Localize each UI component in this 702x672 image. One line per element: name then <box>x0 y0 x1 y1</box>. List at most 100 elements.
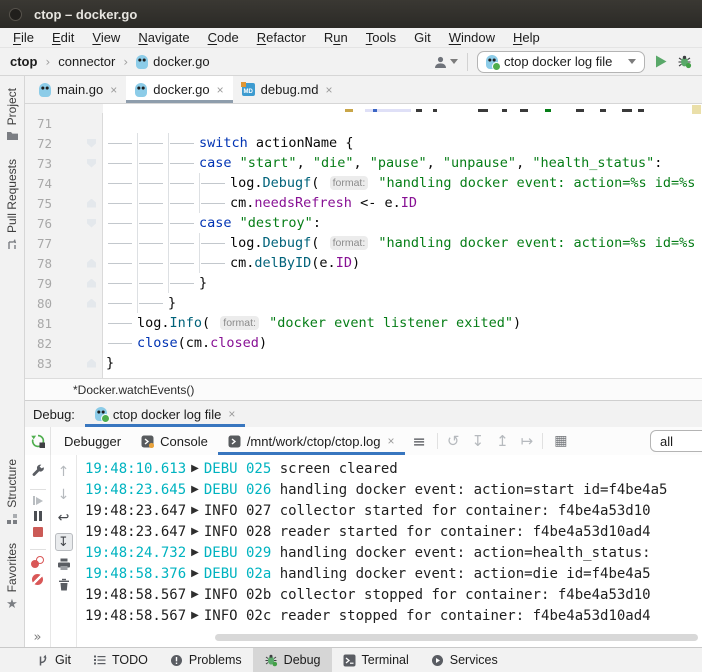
fold-marker-icon[interactable] <box>87 359 96 368</box>
close-icon[interactable]: × <box>387 434 394 448</box>
code-line-80: 80} <box>25 293 702 313</box>
rewind-icon[interactable]: ↺ <box>441 432 466 450</box>
fold-marker-icon[interactable] <box>87 259 96 268</box>
code-with-me-button[interactable] <box>433 55 458 69</box>
more-actions-icon[interactable]: » <box>34 630 42 645</box>
fold-marker-icon[interactable] <box>87 279 96 288</box>
debug-session-tab[interactable]: ctop docker log file × <box>85 401 245 427</box>
pause-icon[interactable] <box>34 511 42 521</box>
run-configuration-select[interactable]: ctop docker log file <box>477 51 645 73</box>
menu-help[interactable]: Help <box>504 30 549 45</box>
statusbar-item-git[interactable]: Git <box>26 648 82 672</box>
line-number: 80 <box>25 296 52 311</box>
soft-wrap-icon[interactable]: ↩ <box>58 510 70 526</box>
window-title: ctop – docker.go <box>34 7 137 22</box>
log-line: 19:48:23.647▶INFO 027 collector started … <box>85 500 702 521</box>
tab-docker-go[interactable]: docker.go × <box>126 76 232 103</box>
horizontal-scrollbar[interactable] <box>215 634 698 641</box>
log-output[interactable]: 19:48:10.613▶DEBU 025 screen cleared19:4… <box>77 458 702 633</box>
statusbar-item-todo[interactable]: TODO <box>82 648 159 672</box>
line-number: 74 <box>25 176 52 191</box>
scroll-up-icon[interactable]: ↥ <box>490 432 515 450</box>
run-button[interactable] <box>654 54 668 69</box>
view-breakpoints-icon[interactable] <box>31 556 44 568</box>
fold-marker-icon[interactable] <box>87 299 96 308</box>
breadcrumb-project[interactable]: ctop <box>10 54 37 69</box>
close-icon[interactable]: × <box>110 83 117 97</box>
statusbar-item-services[interactable]: Services <box>420 648 509 672</box>
debug-toolbar: Debugger Console /mnt/work/ctop/ctop.log… <box>25 427 702 455</box>
log-line: 19:48:58.376▶DEBU 02a handling docker ev… <box>85 563 702 584</box>
close-icon[interactable]: × <box>325 83 332 97</box>
scroll-to-end-icon[interactable]: ↧ <box>55 533 73 551</box>
breadcrumb-file[interactable]: docker.go <box>136 54 209 69</box>
menu-refactor[interactable]: Refactor <box>248 30 315 45</box>
menu-window[interactable]: Window <box>440 30 504 45</box>
editor[interactable]: 7172switch actionName {73case "start", "… <box>25 104 702 378</box>
inspection-mark <box>692 105 701 114</box>
statusbar-item-problems[interactable]: Problems <box>159 648 253 672</box>
line-number: 81 <box>25 316 52 331</box>
fold-marker-icon[interactable] <box>87 159 96 168</box>
close-icon[interactable]: × <box>228 407 235 421</box>
editor-tab-bar: main.go × docker.go × MD debug.md × <box>25 76 702 104</box>
close-icon[interactable]: × <box>217 83 224 97</box>
menu-tools[interactable]: Tools <box>357 30 405 45</box>
menu-git[interactable]: Git <box>405 30 440 45</box>
markdown-file-icon: MD <box>242 83 255 96</box>
menu-run[interactable]: Run <box>315 30 357 45</box>
chevron-down-icon <box>628 59 636 64</box>
menu-view[interactable]: View <box>83 30 129 45</box>
divider <box>542 433 543 449</box>
stripe-item-favorites[interactable]: Favorites ★ <box>0 534 24 621</box>
fold-marker-icon[interactable] <box>87 199 96 208</box>
statusbar-item-debug[interactable]: Debug <box>253 648 332 672</box>
go-run-config-icon <box>95 407 107 421</box>
trash-icon[interactable] <box>58 578 70 591</box>
todo-list-icon <box>93 654 106 666</box>
view-options-icon[interactable]: ≡ <box>405 432 434 451</box>
jump-to-end-icon[interactable]: ↦ <box>515 432 540 450</box>
menu-navigate[interactable]: Navigate <box>129 30 198 45</box>
tab-console[interactable]: Console <box>131 427 218 455</box>
print-icon[interactable] <box>57 558 71 571</box>
tab-debugger[interactable]: Debugger <box>54 427 131 455</box>
stripe-item-structure[interactable]: Structure <box>0 450 24 534</box>
resume-icon[interactable] <box>33 496 43 505</box>
breadcrumb-package[interactable]: connector <box>58 54 115 69</box>
stripe-item-project[interactable]: Project <box>0 79 24 150</box>
statusbar-item-terminal[interactable]: Terminal <box>332 648 420 672</box>
menu-file[interactable]: File <box>4 30 43 45</box>
rerun-icon[interactable] <box>30 433 46 449</box>
line-number: 71 <box>25 116 52 131</box>
code-line-78: 78cm.delByID(e.ID) <box>25 253 702 273</box>
log-line: 19:48:58.567▶INFO 02b collector stopped … <box>85 584 702 605</box>
menu-code[interactable]: Code <box>199 30 248 45</box>
mute-breakpoints-icon[interactable] <box>32 574 43 585</box>
fold-marker-icon[interactable] <box>87 219 96 228</box>
fold-marker-icon[interactable] <box>87 139 96 148</box>
debug-button[interactable] <box>677 54 692 69</box>
tab-log-file[interactable]: /mnt/work/ctop/ctop.log × <box>218 427 405 455</box>
code-line-76: 76case "destroy": <box>25 213 702 233</box>
menu-bar: FileEditViewNavigateCodeRefactorRunTools… <box>0 28 702 48</box>
tab-main-go[interactable]: main.go × <box>30 76 126 103</box>
star-icon: ★ <box>6 597 18 612</box>
up-arrow-icon[interactable]: ↑ <box>58 464 70 480</box>
stop-icon[interactable] <box>33 527 43 537</box>
divider <box>30 549 46 550</box>
menu-edit[interactable]: Edit <box>43 30 83 45</box>
window-control-icon[interactable] <box>9 8 22 21</box>
code-line-75: 75cm.needsRefresh <- e.ID <box>25 193 702 213</box>
tab-debug-md[interactable]: MD debug.md × <box>233 76 342 103</box>
down-arrow-icon[interactable]: ↓ <box>58 487 70 503</box>
method-breadcrumb[interactable]: *Docker.watchEvents() <box>73 383 194 397</box>
scroll-down-icon[interactable]: ↧ <box>465 432 490 450</box>
line-number: 73 <box>25 156 52 171</box>
code-line-82: 82close(cm.closed) <box>25 333 702 353</box>
stripe-item-pull-requests[interactable]: Pull Requests <box>0 150 24 260</box>
wrench-icon[interactable] <box>31 463 45 477</box>
restore-layout-icon[interactable]: ▦ <box>546 433 575 449</box>
code-line-81: 81log.Info( format: "docker event listen… <box>25 313 702 333</box>
log-filter-select[interactable]: all <box>650 430 702 452</box>
